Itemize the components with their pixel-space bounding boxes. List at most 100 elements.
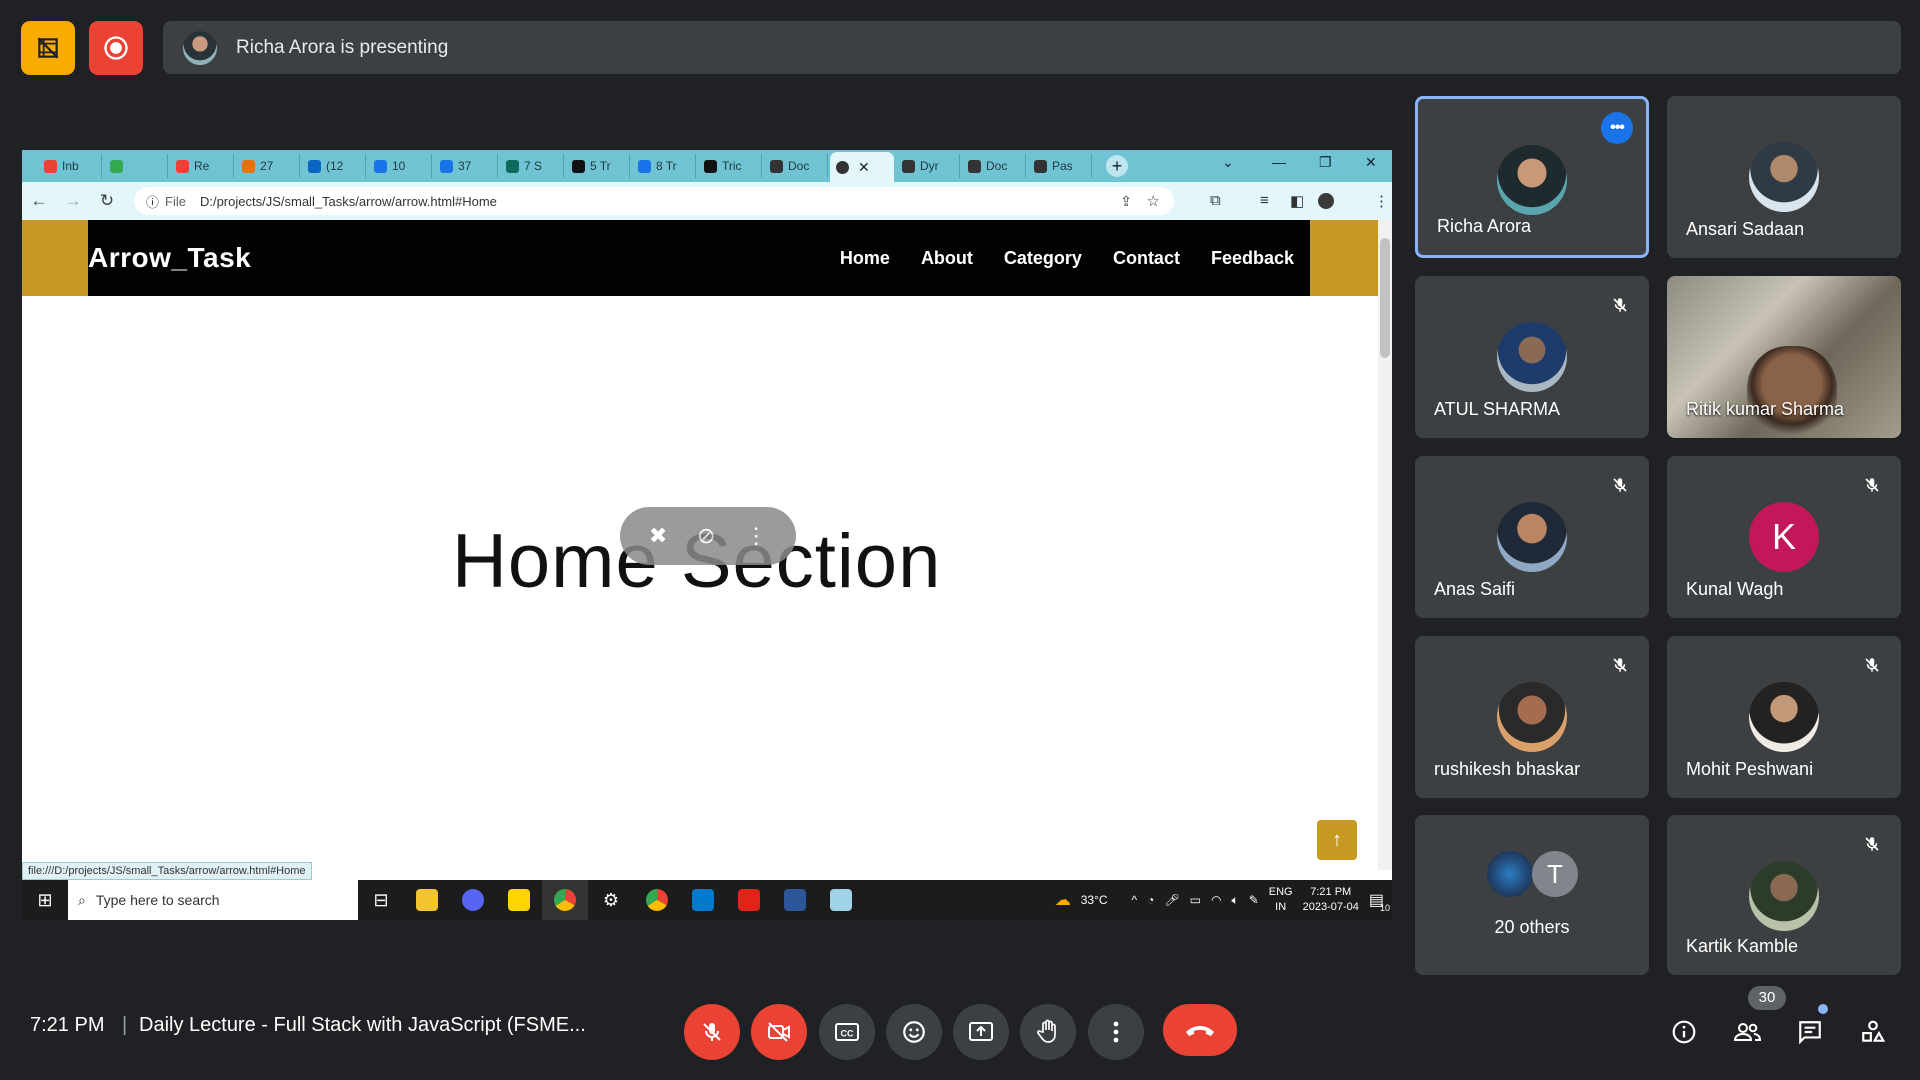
chrome-icon[interactable] bbox=[542, 880, 588, 920]
more-dots-icon[interactable]: ••• bbox=[1601, 112, 1633, 144]
tab-close-icon[interactable]: ✕ bbox=[858, 159, 870, 176]
more-options-icon[interactable]: ⋮ bbox=[745, 523, 767, 549]
reactions-button[interactable] bbox=[886, 1004, 942, 1060]
file-explorer-icon[interactable] bbox=[404, 880, 450, 920]
taskbar-search[interactable]: ⌕ Type here to search bbox=[68, 880, 358, 920]
tab-favicon-icon bbox=[836, 160, 849, 174]
more-options-button[interactable] bbox=[1088, 1004, 1144, 1060]
meeting-title[interactable]: Daily Lecture - Full Stack with JavaScri… bbox=[139, 1014, 586, 1037]
browser-tab[interactable]: (12 bbox=[302, 154, 366, 178]
site-menu-item[interactable]: Feedback bbox=[1211, 248, 1294, 269]
profile-avatar-icon[interactable] bbox=[1318, 193, 1334, 209]
browser-tab[interactable]: Tric bbox=[698, 154, 762, 178]
browser-tab[interactable]: 5 Tr bbox=[566, 154, 630, 178]
browser-tab[interactable]: Dyr bbox=[896, 154, 960, 178]
tray-volume-icon[interactable]: 🔈︎ bbox=[1231, 893, 1238, 908]
word-icon[interactable] bbox=[772, 880, 818, 920]
chat-button[interactable] bbox=[1790, 1012, 1830, 1052]
browser-tab[interactable]: Doc bbox=[764, 154, 828, 178]
restore-icon[interactable]: ❐ bbox=[1319, 154, 1332, 171]
windows-start-icon[interactable]: ⊞ bbox=[22, 890, 68, 911]
close-window-icon[interactable]: ✕ bbox=[1365, 154, 1377, 171]
participant-tile[interactable]: Anas Saifi bbox=[1415, 456, 1649, 618]
browser-tab-active[interactable]: ✕ bbox=[830, 152, 894, 182]
bookmark-star-icon[interactable]: ☆ bbox=[1147, 192, 1160, 210]
participant-tile[interactable]: ATUL SHARMA bbox=[1415, 276, 1649, 438]
meeting-info-button[interactable] bbox=[1664, 1012, 1704, 1052]
participant-tile[interactable]: rushikesh bhaskar bbox=[1415, 636, 1649, 798]
side-panel-icon[interactable]: ◧ bbox=[1290, 192, 1304, 210]
captions-off-button[interactable] bbox=[21, 21, 75, 75]
tray-network-icon[interactable]: ◔ bbox=[1147, 893, 1154, 907]
weather-temp[interactable]: 33°C bbox=[1081, 893, 1108, 907]
site-menu-item[interactable]: Category bbox=[1004, 248, 1082, 269]
unpin-icon[interactable]: ✖ bbox=[649, 523, 667, 549]
browser-tab[interactable] bbox=[104, 154, 168, 178]
browser-tab[interactable]: 37 bbox=[434, 154, 498, 178]
scrollbar-thumb[interactable] bbox=[1380, 238, 1390, 358]
raise-hand-button[interactable] bbox=[1020, 1004, 1076, 1060]
chrome-profile-icon[interactable] bbox=[634, 880, 680, 920]
scroll-to-top-button[interactable]: ↑ bbox=[1317, 820, 1357, 860]
url-bar[interactable]: ⓘ File D:/projects/JS/small_Tasks/arrow/… bbox=[134, 187, 1174, 215]
browser-tab[interactable]: 8 Tr bbox=[632, 154, 696, 178]
share-icon[interactable]: ⇪ bbox=[1120, 193, 1132, 210]
shared-screen[interactable]: Inb Re 27 (12 10 37 7 S 5 Tr 8 Tr Tric Doc ✕ Dyr Doc P… bbox=[22, 150, 1392, 920]
camera-toggle-button[interactable] bbox=[751, 1004, 807, 1060]
tray-language[interactable]: ENG IN bbox=[1269, 885, 1293, 915]
site-menu-item[interactable]: Home bbox=[840, 248, 890, 269]
participant-tile[interactable]: Mohit Peshwani bbox=[1667, 636, 1901, 798]
mic-toggle-button[interactable] bbox=[684, 1004, 740, 1060]
tray-wifi-icon[interactable]: ◠ bbox=[1211, 893, 1221, 907]
browser-tab[interactable]: 27 bbox=[236, 154, 300, 178]
browser-menu-icon[interactable]: ⋮ bbox=[1374, 192, 1389, 210]
task-view-icon[interactable]: ⊟ bbox=[358, 880, 404, 920]
tray-pen-icon[interactable]: ✎ bbox=[1249, 893, 1259, 907]
browser-tab[interactable]: Doc bbox=[962, 154, 1026, 178]
browser-tab[interactable]: 10 bbox=[368, 154, 432, 178]
tray-battery-icon[interactable]: ▭ bbox=[1190, 893, 1201, 907]
participant-tile[interactable]: Ansari Sadaan bbox=[1667, 96, 1901, 258]
browser-tab[interactable]: Re bbox=[170, 154, 234, 178]
page-scrollbar[interactable] bbox=[1378, 220, 1392, 870]
tab-label: 7 S bbox=[524, 159, 543, 173]
participant-tile[interactable]: Ritik kumar Sharma bbox=[1667, 276, 1901, 438]
tray-clock[interactable]: 7:21 PM 2023-07-04 bbox=[1303, 885, 1359, 915]
sticky-notes-icon[interactable] bbox=[496, 880, 542, 920]
notepad-icon[interactable] bbox=[818, 880, 864, 920]
reload-icon[interactable]: ↻ bbox=[90, 191, 124, 211]
acrobat-icon[interactable] bbox=[726, 880, 772, 920]
presenting-banner[interactable]: Richa Arora is presenting bbox=[163, 21, 1901, 74]
browser-tab[interactable]: Pas bbox=[1028, 154, 1092, 178]
tray-mic-icon[interactable]: 🎤︎ bbox=[1164, 893, 1179, 907]
extensions-icon[interactable]: ⧉ bbox=[1210, 192, 1221, 209]
people-button[interactable] bbox=[1727, 1012, 1767, 1052]
site-brand[interactable]: Arrow_Task bbox=[88, 242, 251, 274]
discord-icon[interactable] bbox=[450, 880, 496, 920]
notification-icon[interactable]: ▤ 10 bbox=[1369, 890, 1390, 913]
tray-chevron-icon[interactable]: ^ bbox=[1132, 893, 1138, 907]
site-menu-item[interactable]: Contact bbox=[1113, 248, 1180, 269]
participant-tile[interactable]: Richa Arora ••• bbox=[1415, 96, 1649, 258]
back-icon[interactable]: ← bbox=[22, 191, 56, 211]
leave-call-button[interactable] bbox=[1163, 1004, 1237, 1056]
minimize-icon[interactable]: — bbox=[1272, 154, 1286, 170]
hide-video-icon[interactable]: ⊘ bbox=[697, 523, 715, 549]
captions-button[interactable]: CC bbox=[819, 1004, 875, 1060]
settings-icon[interactable]: ⚙ bbox=[588, 880, 634, 920]
present-button[interactable] bbox=[953, 1004, 1009, 1060]
media-control-icon[interactable]: ≡ bbox=[1260, 192, 1269, 209]
tab-search-icon[interactable]: ⌄ bbox=[1222, 154, 1234, 171]
forward-icon[interactable]: → bbox=[56, 191, 90, 211]
others-tile[interactable]: T 20 others bbox=[1415, 815, 1649, 975]
browser-tab[interactable]: 7 S bbox=[500, 154, 564, 178]
browser-tab[interactable]: Inb bbox=[38, 154, 102, 178]
activities-button[interactable] bbox=[1853, 1012, 1893, 1052]
recording-button[interactable] bbox=[89, 21, 143, 75]
participant-tile[interactable]: Kartik Kamble bbox=[1667, 815, 1901, 975]
new-tab-button[interactable]: + bbox=[1106, 155, 1128, 177]
site-menu-item[interactable]: About bbox=[921, 248, 973, 269]
tab-label: 27 bbox=[260, 159, 274, 173]
participant-tile[interactable]: K Kunal Wagh bbox=[1667, 456, 1901, 618]
vscode-icon[interactable] bbox=[680, 880, 726, 920]
